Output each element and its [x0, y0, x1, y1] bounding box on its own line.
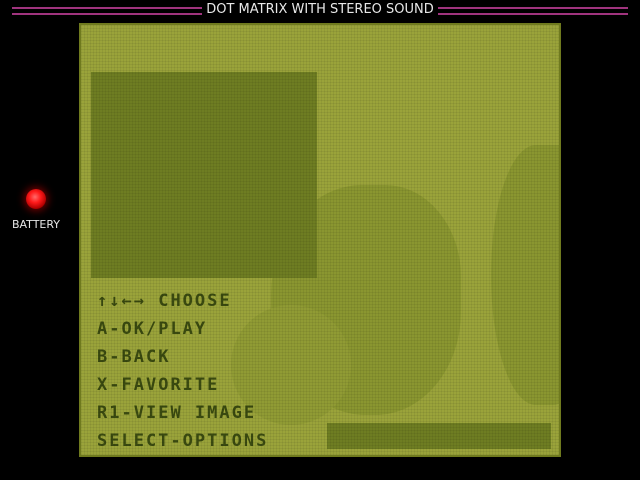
menu-action: OK/PLAY [121, 319, 208, 339]
menu-key: B [97, 347, 110, 367]
controls-menu: ↑↓←→ CHOOSE A-OK/PLAY B-BACK X-FAVORITE … [97, 287, 268, 455]
menu-key: X [97, 375, 110, 395]
menu-key: R1 [97, 403, 122, 423]
menu-action: VIEW IMAGE [133, 403, 257, 423]
bezel-stripe [438, 7, 628, 9]
bezel-stripe [12, 7, 202, 9]
status-bar [327, 423, 551, 449]
menu-item-back: B-BACK [97, 347, 171, 367]
menu-item-ok-play: A-OK/PLAY [97, 319, 208, 339]
cover-art-placeholder [91, 72, 317, 278]
bezel-title: DOT MATRIX WITH STEREO SOUND [206, 2, 434, 17]
menu-key: SELECT [97, 431, 171, 451]
background-art [491, 145, 559, 405]
menu-item-options: SELECT-OPTIONS [97, 431, 269, 451]
battery-label: BATTERY [11, 218, 61, 231]
menu-action: OPTIONS [182, 431, 269, 451]
menu-action: CHOOSE [158, 291, 232, 311]
menu-key: A [97, 319, 110, 339]
menu-item-view-image: R1-VIEW IMAGE [97, 403, 257, 423]
bezel-stripe [438, 13, 628, 15]
menu-item-favorite: X-FAVORITE [97, 375, 220, 395]
menu-action: BACK [121, 347, 171, 367]
menu-key: ↑↓←→ [97, 291, 146, 311]
menu-action: FAVORITE [121, 375, 220, 395]
menu-item-choose: ↑↓←→ CHOOSE [97, 287, 268, 315]
top-bezel: DOT MATRIX WITH STEREO SOUND [0, 0, 640, 22]
battery-led-icon [26, 189, 46, 209]
bezel-stripe [12, 13, 202, 15]
game-screen[interactable]: ↑↓←→ CHOOSE A-OK/PLAY B-BACK X-FAVORITE … [79, 23, 561, 457]
